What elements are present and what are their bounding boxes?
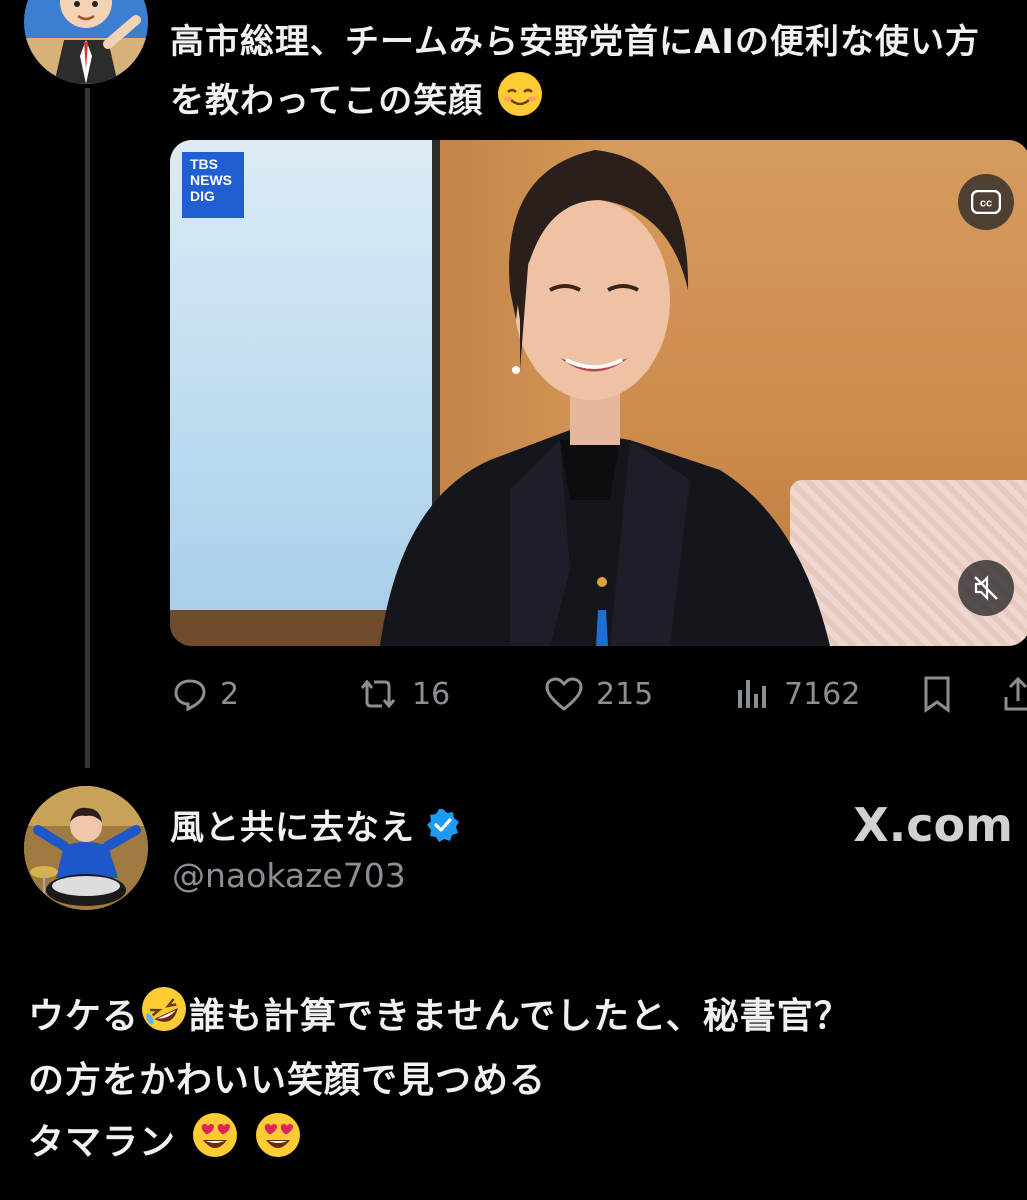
tweet-text-line-2-text: を教わってこの笑顔 [170,81,484,121]
mute-icon[interactable] [958,560,1014,616]
tweet-text-line-2: を教わってこの笑顔 [170,70,1020,135]
tweet-body: ウケる 誰も計算できませんでしたと、秘書官？ の方をかわいい笑顔で見つめる タマ… [28,984,1018,1178]
repost-count: 16 [412,676,451,712]
reply-icon [174,679,206,712]
page: 高市総理、チームみら安野党首にAIの便利な使い方 を教わってこの笑顔 TBS N… [0,0,1027,1200]
views-button[interactable]: 7162 [734,668,860,720]
heart-eyes-emoji-icon [190,1110,240,1178]
tweet-body-line-1: ウケる 誰も計算できませんでしたと、秘書官？ [28,984,1018,1052]
x-watermark: X.com [853,798,1013,852]
bookmark-icon [924,676,950,713]
x-watermark-text: X.com [853,798,1013,852]
tweet-body-line-3-text: タマラン [28,1122,177,1163]
logo-text: TBS NEWS DIG [190,156,232,204]
display-name-text: 風と共に去なえ [170,808,415,848]
relieved-face-emoji-icon [496,70,544,135]
cc-icon[interactable]: cc [958,174,1014,230]
like-button[interactable]: 215 [544,668,653,720]
tbs-news-logo: TBS NEWS DIG [182,152,244,218]
reply-button[interactable]: 2 [172,668,239,720]
user-handle[interactable]: @naokaze703 [172,856,406,895]
reply-count: 2 [220,676,240,712]
view-count: 7162 [784,676,861,712]
heart-icon [545,677,583,711]
video-person [380,150,830,646]
verified-badge-icon [425,807,461,843]
tweet-body-line-3: タマラン [28,1110,1018,1178]
video-player[interactable]: TBS NEWS DIG cc [170,140,1027,646]
views-icon [738,680,766,708]
bookmark-button[interactable] [920,668,954,720]
tweet-body-line-1-rest: 誰も計算できませんでしたと、秘書官？ [189,996,851,1037]
repost-icon [360,679,396,709]
repost-button[interactable]: 16 [356,668,450,720]
thread-line [85,88,90,768]
display-name[interactable]: 風と共に去なえ [170,800,461,849]
heart-eyes-emoji-icon [253,1110,303,1178]
rolling-laughing-emoji-icon [139,984,189,1052]
share-icon [1004,676,1027,711]
tweet-actions: 2 16 215 7162 [170,668,1027,720]
like-count: 215 [596,676,654,712]
tweet-body-line-1-start: ウケる [28,996,140,1037]
tweet-body-line-2: の方をかわいい笑顔で見つめる [28,1060,547,1101]
svg-text:cc: cc [980,198,992,210]
avatar[interactable] [24,786,148,910]
tweet-text: 高市総理、チームみら安野党首にAIの便利な使い方 を教わってこの笑顔 [170,14,1020,135]
tweet-text-line-1: 高市総理、チームみら安野党首にAIの便利な使い方 [170,22,980,62]
share-button[interactable] [1002,668,1027,720]
avatar[interactable] [24,0,148,84]
